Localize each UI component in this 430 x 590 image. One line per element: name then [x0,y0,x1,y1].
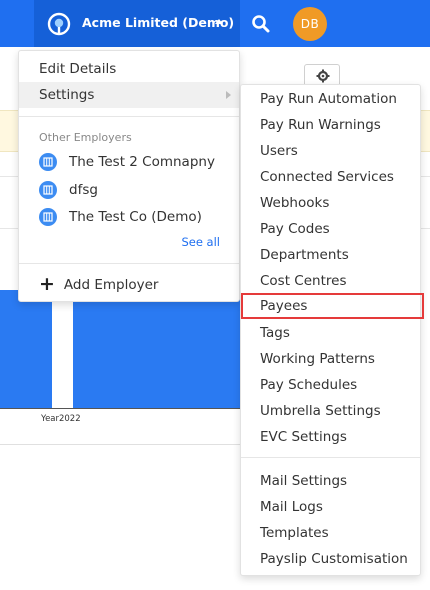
menu-item-settings[interactable]: Settings [19,82,239,108]
settings-item-templates[interactable]: Templates [241,520,420,546]
settings-item-working-patterns[interactable]: Working Patterns [241,346,420,372]
settings-item-umbrella-settings[interactable]: Umbrella Settings [241,398,420,424]
menu-item-edit-details[interactable]: Edit Details [19,56,239,82]
settings-item-mail-logs[interactable]: Mail Logs [241,494,420,520]
divider [0,444,240,445]
settings-item-evc-settings[interactable]: EVC Settings [241,424,420,450]
add-employer-label: Add Employer [63,276,159,293]
chart-x-axis [0,408,240,409]
settings-item-payees[interactable]: Payees [241,293,424,319]
other-employer-item[interactable]: dfsg [39,178,234,202]
other-employers-caption: Other Employers [39,131,132,144]
search-icon [252,15,270,33]
menu-divider [241,457,420,458]
chart-bar [73,290,240,408]
employer-switcher[interactable]: Acme Limited (Demo) [34,0,240,47]
top-bar: Acme Limited (Demo) DB [0,0,430,47]
avatar[interactable]: DB [293,7,327,41]
employer-menu: Edit Details Settings Other Employers Th… [18,50,240,302]
building-icon [39,153,57,171]
settings-item-webhooks[interactable]: Webhooks [241,190,420,216]
settings-item-pay-codes[interactable]: Pay Codes [241,216,420,242]
menu-item-label: Settings [39,87,95,103]
building-icon [39,181,57,199]
settings-gear-button[interactable] [304,64,340,86]
settings-item-departments[interactable]: Departments [241,242,420,268]
settings-item-pay-schedules[interactable]: Pay Schedules [241,372,420,398]
other-employer-item[interactable]: The Test Co (Demo) [39,205,234,229]
chart-bar [0,290,52,408]
search-button[interactable] [250,13,272,35]
settings-item-payslip-customisation[interactable]: Payslip Customisation [241,546,420,572]
add-employer-button[interactable]: + Add Employer [39,275,158,294]
menu-divider [19,263,239,264]
settings-submenu: Pay Run Automation Pay Run Warnings User… [240,84,424,576]
settings-item-pay-run-warnings[interactable]: Pay Run Warnings [241,112,420,138]
building-icon [39,208,57,226]
menu-divider [19,116,239,117]
plus-icon: + [39,273,55,295]
see-all-link[interactable]: See all [181,235,220,249]
chart-x-label: Year2022 [41,414,81,424]
employer-logo-icon [47,12,71,36]
other-employer-name: dfsg [69,182,98,198]
settings-item-users[interactable]: Users [241,138,420,164]
settings-item-connected-services[interactable]: Connected Services [241,164,420,190]
other-employer-item[interactable]: The Test 2 Comnapny [39,150,234,174]
employer-name: Acme Limited (Demo) [82,15,235,30]
other-employer-name: The Test Co (Demo) [69,209,202,225]
settings-item-pay-run-automation[interactable]: Pay Run Automation [241,86,420,112]
chevron-right-icon [226,91,231,99]
other-employer-name: The Test 2 Comnapny [69,154,215,170]
gear-icon [316,69,330,83]
caret-up-icon [215,19,223,24]
settings-item-cost-centres[interactable]: Cost Centres [241,268,420,294]
settings-item-tags[interactable]: Tags [241,320,420,346]
settings-item-mail-settings[interactable]: Mail Settings [241,468,420,494]
menu-item-label: Edit Details [39,61,117,77]
